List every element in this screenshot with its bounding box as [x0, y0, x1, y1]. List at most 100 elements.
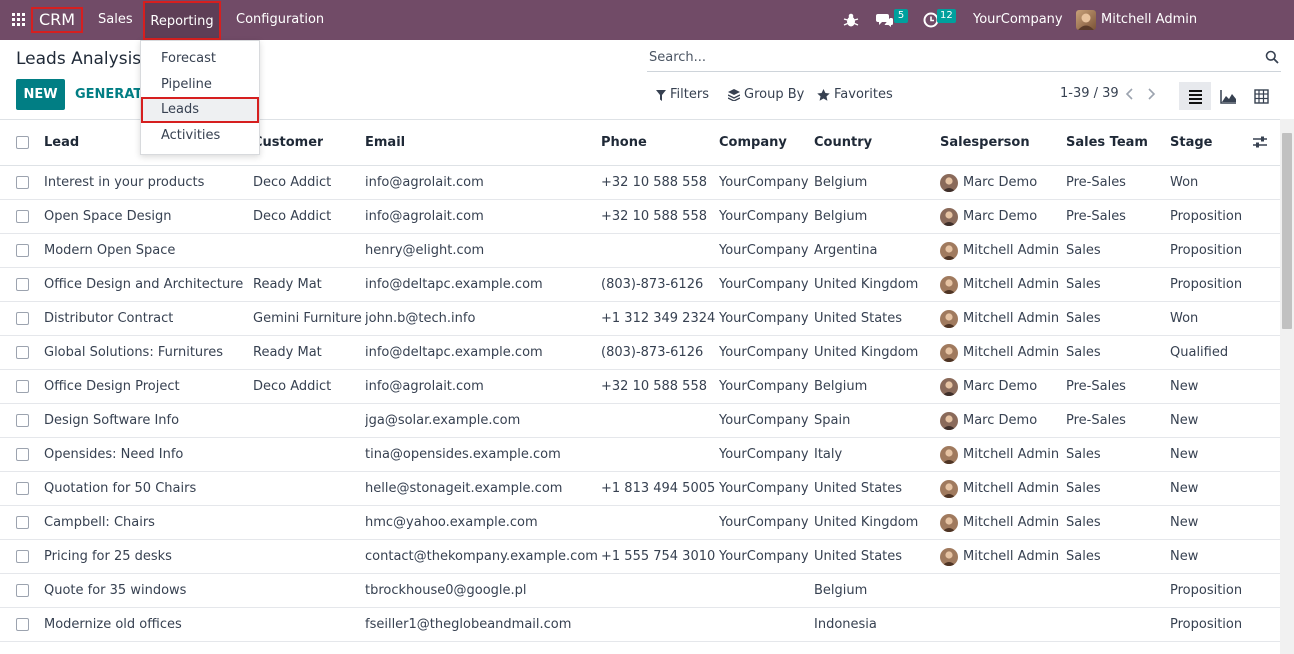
- company-cell: YourCompany: [719, 447, 809, 462]
- row-checkbox[interactable]: [16, 584, 29, 597]
- table-row[interactable]: Modernize old offices fseiller1@theglobea…: [0, 608, 1280, 642]
- lead-cell: Modern Open Space: [44, 243, 176, 258]
- lead-cell: Open Space Design: [44, 209, 172, 224]
- new-button[interactable]: NEW: [16, 79, 65, 110]
- page-title[interactable]: Leads Analysis: [16, 49, 141, 69]
- company-switcher[interactable]: YourCompany: [973, 0, 1063, 40]
- user-avatar[interactable]: [1076, 10, 1096, 30]
- row-checkbox[interactable]: [16, 482, 29, 495]
- row-checkbox[interactable]: [16, 278, 29, 291]
- row-checkbox[interactable]: [16, 550, 29, 563]
- column-company[interactable]: Company: [719, 120, 787, 165]
- customer-cell: Deco Addict: [253, 379, 332, 394]
- vertical-scrollbar[interactable]: [1280, 119, 1294, 654]
- lead-cell: Design Software Info: [44, 413, 180, 428]
- salesperson-avatar: [940, 174, 958, 192]
- company-cell: YourCompany: [719, 549, 809, 564]
- column-email[interactable]: Email: [365, 120, 405, 165]
- table-row[interactable]: Modern Open Space henry@elight.com YourCom…: [0, 234, 1280, 268]
- column-country[interactable]: Country: [814, 120, 872, 165]
- stage-cell: Qualified: [1170, 345, 1229, 360]
- area-chart-icon: [1220, 90, 1236, 104]
- layers-icon: [728, 89, 740, 101]
- app-brand[interactable]: CRM: [31, 7, 83, 33]
- table-row[interactable]: Global Solutions: Furnitures Ready Mat inf…: [0, 336, 1280, 370]
- list-view-button[interactable]: [1179, 82, 1211, 110]
- menu-sales[interactable]: Sales: [98, 0, 133, 40]
- salesperson-avatar: [940, 446, 958, 464]
- phone-cell: +1 555 754 3010: [601, 549, 716, 564]
- search-icon[interactable]: [1265, 50, 1279, 64]
- row-checkbox[interactable]: [16, 448, 29, 461]
- row-checkbox[interactable]: [16, 176, 29, 189]
- lead-cell: Campbell: Chairs: [44, 515, 155, 530]
- country-cell: Argentina: [814, 243, 878, 258]
- table-row[interactable]: Opensides: Need Info tina@opensides.examp…: [0, 438, 1280, 472]
- company-cell: YourCompany: [719, 209, 809, 224]
- favorites-button[interactable]: Favorites: [817, 86, 893, 104]
- column-salesperson[interactable]: Salesperson: [940, 120, 1030, 165]
- country-cell: Belgium: [814, 379, 868, 394]
- dropdown-item-forecast[interactable]: Forecast: [141, 46, 259, 72]
- dropdown-item-leads[interactable]: Leads: [141, 97, 259, 123]
- top-navbar: CRM Sales Reporting Configuration 5 12 Y…: [0, 0, 1294, 67]
- user-menu[interactable]: Mitchell Admin (redot16_7aug): [1101, 0, 1294, 67]
- column-customer[interactable]: Customer: [253, 120, 323, 165]
- salesperson-avatar: [940, 548, 958, 566]
- table-row[interactable]: Design Software Info jga@solar.example.co…: [0, 404, 1280, 438]
- pager-previous-icon[interactable]: [1124, 86, 1136, 102]
- column-lead[interactable]: Lead: [44, 120, 79, 165]
- chat-icon[interactable]: [876, 12, 894, 28]
- salesperson-avatar: [940, 514, 958, 532]
- table-row[interactable]: Office Design and Architecture Ready Mat i…: [0, 268, 1280, 302]
- column-stage[interactable]: Stage: [1170, 120, 1212, 165]
- column-phone[interactable]: Phone: [601, 120, 647, 165]
- table-row[interactable]: Quotation for 50 Chairs helle@stonageit.e…: [0, 472, 1280, 506]
- stage-cell: Proposition: [1170, 209, 1243, 224]
- optional-columns-icon[interactable]: [1252, 135, 1268, 149]
- filters-label: Filters: [670, 87, 709, 102]
- bug-icon[interactable]: [843, 12, 859, 28]
- dropdown-item-pipeline[interactable]: Pipeline: [141, 72, 259, 98]
- table-row[interactable]: Office Design Project Deco Addict info@agr…: [0, 370, 1280, 404]
- pager-next-icon[interactable]: [1145, 86, 1157, 102]
- table-row[interactable]: Interest in your products Deco Addict info…: [0, 166, 1280, 200]
- apps-menu-icon[interactable]: [12, 13, 26, 27]
- country-cell: United States: [814, 481, 903, 496]
- table-row[interactable]: Pricing for 25 desks contact@thekompany.e…: [0, 540, 1280, 574]
- search-input[interactable]: [647, 44, 1247, 70]
- row-checkbox[interactable]: [16, 346, 29, 359]
- menu-configuration[interactable]: Configuration: [236, 0, 324, 40]
- reporting-dropdown: Forecast Pipeline Leads Activities: [140, 40, 260, 155]
- row-checkbox[interactable]: [16, 210, 29, 223]
- filters-button[interactable]: Filters: [656, 86, 709, 104]
- table-row[interactable]: Campbell: Chairs hmc@yahoo.example.com You…: [0, 506, 1280, 540]
- row-checkbox[interactable]: [16, 516, 29, 529]
- sales-team-cell: Sales: [1066, 549, 1101, 564]
- lead-cell: Office Design and Architecture: [44, 277, 244, 292]
- row-checkbox[interactable]: [16, 244, 29, 257]
- stage-cell: Proposition: [1170, 277, 1243, 292]
- graph-view-button[interactable]: [1212, 82, 1244, 110]
- salesperson-name: Marc Demo: [963, 175, 1038, 190]
- scrollbar-thumb[interactable]: [1282, 133, 1292, 329]
- table-row[interactable]: Quote for 35 windows tbrockhouse0@google.…: [0, 574, 1280, 608]
- pager-value[interactable]: 1-39 / 39: [1060, 86, 1119, 101]
- email-cell: henry@elight.com: [365, 243, 485, 258]
- row-checkbox[interactable]: [16, 414, 29, 427]
- table-row[interactable]: Open Space Design Deco Addict info@agrolai…: [0, 200, 1280, 234]
- row-checkbox[interactable]: [16, 380, 29, 393]
- column-sales-team[interactable]: Sales Team: [1066, 120, 1148, 165]
- dropdown-item-activities[interactable]: Activities: [141, 123, 259, 149]
- row-checkbox[interactable]: [16, 618, 29, 631]
- table-row[interactable]: Distributor Contract Gemini Furniture john…: [0, 302, 1280, 336]
- sales-team-cell: Sales: [1066, 243, 1101, 258]
- company-cell: YourCompany: [719, 243, 809, 258]
- group-by-button[interactable]: Group By: [728, 86, 804, 104]
- row-checkbox[interactable]: [16, 312, 29, 325]
- pivot-view-button[interactable]: [1245, 82, 1277, 110]
- list-view-icon: [1189, 90, 1202, 104]
- select-all-checkbox[interactable]: [16, 136, 29, 149]
- sales-team-cell: Sales: [1066, 481, 1101, 496]
- menu-reporting[interactable]: Reporting: [143, 1, 221, 40]
